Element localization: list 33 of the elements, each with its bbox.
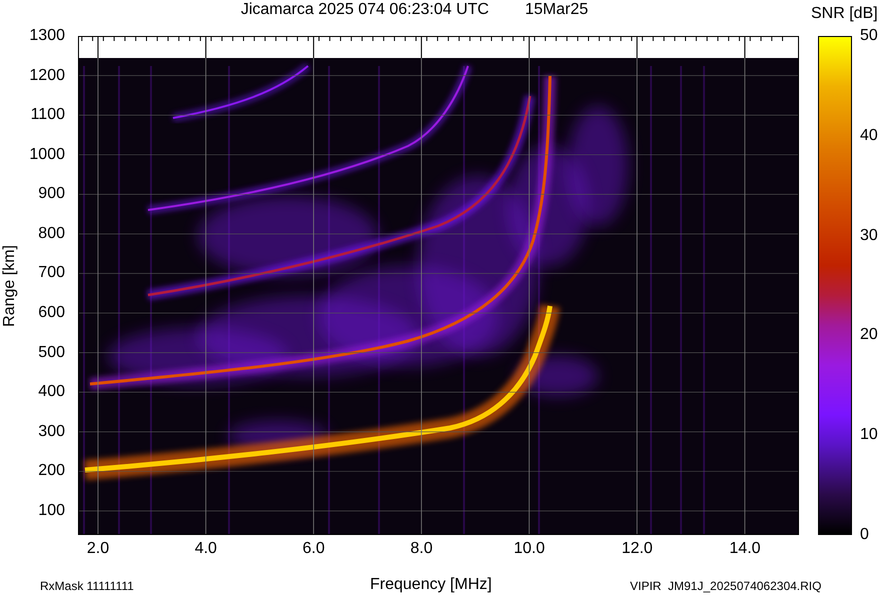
colorbar-tick-label: 20: [860, 326, 878, 344]
plot-date: 15Mar25: [524, 0, 588, 20]
colorbar-tick-label: 30: [860, 226, 878, 245]
x-tick-label: 6.0: [302, 540, 326, 559]
y-tick-label: 700: [38, 264, 65, 282]
y-tick-label: 1100: [30, 106, 65, 124]
y-tick-label: 600: [38, 304, 65, 322]
rx-mask-label: RxMask 11111111: [40, 579, 135, 595]
colorbar-tick-label: 50: [860, 27, 878, 45]
y-tick-label: 100: [38, 502, 65, 520]
plot-title: Jicamarca 2025 074 06:23:04 UTC: [240, 0, 489, 20]
colorbar-tick-label: 10: [860, 426, 878, 444]
y-axis-label: Range [km]: [1, 244, 19, 326]
file-name-label: VIPIR JM91J_2025074062304.RIQ: [630, 579, 822, 595]
x-tick-label: 10.0: [512, 540, 546, 559]
x-tick-label: 14.0: [728, 540, 762, 559]
y-tick-label: 200: [38, 462, 65, 480]
colorbar-tick-label: 0: [860, 526, 869, 544]
y-tick-label: 300: [38, 422, 65, 441]
colorbar-tick-label: 40: [860, 126, 878, 145]
x-tick-label: 2.0: [86, 540, 110, 559]
x-tick-label: 12.0: [620, 540, 654, 559]
x-axis-label: Frequency [MHz]: [370, 575, 493, 595]
y-tick-label: 500: [38, 344, 65, 362]
y-tick-label: 1200: [29, 66, 65, 85]
y-tick-label: 900: [38, 185, 65, 204]
y-tick-label: 1300: [29, 27, 65, 45]
x-tick-label: 4.0: [194, 540, 218, 559]
y-tick-label: 800: [38, 224, 65, 243]
x-tick-label: 8.0: [409, 540, 434, 559]
y-tick-label: 1000: [29, 146, 65, 164]
colorbar-title: SNR [dB]: [811, 4, 878, 24]
y-tick-label: 400: [38, 383, 65, 402]
